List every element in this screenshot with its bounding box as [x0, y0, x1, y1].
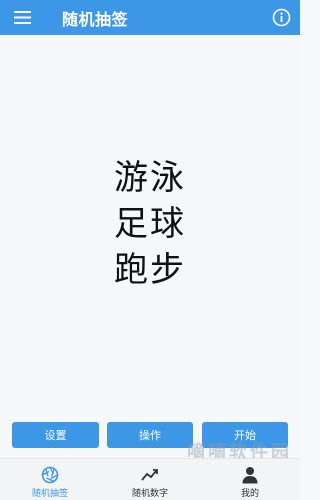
action-bar: 设置 操作 开始 — [0, 422, 300, 448]
settings-button[interactable]: 设置 — [12, 422, 99, 448]
app-screen: 随机抽签 游泳 足球 跑步 设置 操作 开始 嘀嘀软件园 www.ddlsoft… — [0, 0, 300, 500]
trend-line-icon — [141, 469, 158, 481]
info-button[interactable] — [272, 8, 291, 27]
start-button[interactable]: 开始 — [202, 422, 288, 448]
person-icon — [242, 467, 258, 484]
nav-item-random-number[interactable]: 随机数字 — [100, 459, 200, 500]
nav-label: 随机数字 — [131, 489, 168, 499]
nav-item-random-draw[interactable]: 随机抽签 — [0, 459, 100, 500]
draw-result: 游泳 足球 跑步 — [0, 155, 300, 293]
hamburger-menu-icon — [13, 11, 31, 24]
nav-label: 随机抽签 — [31, 489, 68, 499]
app-bar: 随机抽签 — [0, 0, 300, 35]
info-icon — [272, 8, 291, 27]
draw-result-area: 游泳 足球 跑步 — [0, 35, 300, 420]
result-item: 足球 — [114, 204, 186, 244]
nav-item-mine[interactable]: 我的 — [200, 459, 300, 500]
result-item: 游泳 — [114, 158, 186, 198]
menu-button[interactable] — [12, 8, 32, 28]
app-title: 随机抽签 — [62, 9, 129, 29]
nav-label: 我的 — [240, 489, 259, 499]
aperture-icon — [41, 466, 59, 484]
result-item: 跑步 — [114, 250, 186, 290]
operate-button[interactable]: 操作 — [107, 422, 193, 448]
bottom-navigation: 随机抽签 随机数字 我的 — [0, 458, 300, 500]
